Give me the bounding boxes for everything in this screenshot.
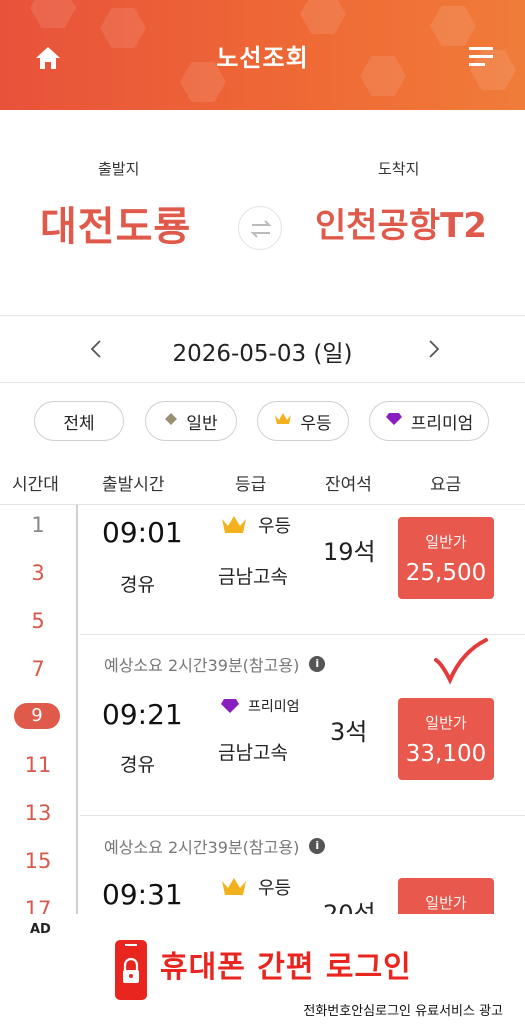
ad-label: AD xyxy=(30,922,51,937)
bus-company: 금남고속 xyxy=(218,742,288,764)
diamond-icon xyxy=(164,411,178,431)
swap-icon xyxy=(250,220,272,238)
menu-button[interactable] xyxy=(465,42,499,72)
filter-premium-plus[interactable]: 우등 xyxy=(257,401,349,441)
hex-decoration xyxy=(30,0,76,28)
ad-subtitle: 전화번호안심로그인 유료서비스 광고 xyxy=(303,1004,503,1019)
column-header-fare: 요금 xyxy=(430,475,462,495)
time-slot-index: 1 3 5 7 9 11 13 15 17 xyxy=(0,505,76,915)
fare-button[interactable]: 일반가 25,500 xyxy=(398,517,494,599)
filter-label: 우등 xyxy=(300,413,332,434)
filter-premium[interactable]: 프리미엄 xyxy=(369,401,489,441)
time-slot-item[interactable]: 5 xyxy=(0,609,76,633)
time-slot-item[interactable]: 13 xyxy=(0,801,76,825)
time-slot-item[interactable]: 11 xyxy=(0,753,76,777)
remaining-seats: 20석 xyxy=(323,900,376,914)
fare-type: 일반가 xyxy=(425,894,467,912)
column-header-grade: 등급 xyxy=(235,475,267,495)
filter-all[interactable]: 전체 xyxy=(34,401,124,441)
route-via: 경유 xyxy=(120,754,155,776)
grade-label: 프리미엄 xyxy=(248,699,300,715)
estimated-duration: 예상소요 2시간39분(참고용) i xyxy=(104,834,326,858)
time-slot-item[interactable]: 15 xyxy=(0,849,76,873)
departure-time: 09:01 xyxy=(102,516,183,549)
grade-label: 우등 xyxy=(258,516,292,537)
grade-filter-bar: 전체 일반 우등 프리미엄 xyxy=(0,383,525,455)
time-slot-item[interactable]: 3 xyxy=(0,561,76,585)
crown-icon xyxy=(222,516,246,533)
route-section: 출발지 대전도룡 도착지 인천공항T2 xyxy=(0,110,525,316)
column-header-departure-time: 출발시간 xyxy=(102,475,165,495)
arrival-label: 도착지 xyxy=(378,160,420,178)
departure-label: 출발지 xyxy=(98,160,140,178)
info-icon[interactable]: i xyxy=(309,838,326,854)
ad-title: 휴대폰 간편 로그인 xyxy=(160,950,412,985)
time-slot-item[interactable]: 17 xyxy=(0,897,76,915)
divider xyxy=(0,504,525,505)
time-slot-item[interactable]: 1 xyxy=(0,513,76,537)
app-header: 노선조회 xyxy=(0,0,525,110)
hamburger-menu-icon xyxy=(469,47,493,66)
bus-company: 금남고속 xyxy=(218,566,288,588)
fare-button[interactable]: 일반가 xyxy=(398,878,494,914)
next-date-button[interactable] xyxy=(420,332,448,366)
fare-price: 25,500 xyxy=(405,560,487,586)
date-selector: 2026-05-03 (일) xyxy=(0,316,525,382)
filter-normal[interactable]: 일반 xyxy=(145,401,237,441)
fare-type: 일반가 xyxy=(425,533,467,551)
fare-price: 33,100 xyxy=(405,741,487,767)
departure-terminal[interactable]: 대전도룡 xyxy=(40,194,191,252)
column-header-seats: 잔여석 xyxy=(325,475,372,495)
time-slot-item[interactable]: 7 xyxy=(0,657,76,681)
swap-route-button[interactable] xyxy=(238,206,282,250)
arrival-terminal[interactable]: 인천공항T2 xyxy=(315,198,487,247)
estimate-text: 예상소요 2시간39분(참고용) xyxy=(104,656,300,675)
filter-label: 전체 xyxy=(63,413,95,434)
bus-grade: 우등 xyxy=(220,512,291,538)
divider xyxy=(76,505,78,915)
grade-label: 우등 xyxy=(258,878,292,899)
time-slot-active[interactable]: 9 xyxy=(14,703,60,729)
filter-label: 일반 xyxy=(186,413,218,434)
column-header-time-slot: 시간대 xyxy=(12,475,59,495)
bus-grade: 프리미엄 xyxy=(220,696,300,716)
divider xyxy=(80,815,525,816)
crown-icon xyxy=(274,411,292,431)
divider xyxy=(80,634,525,635)
hex-decoration xyxy=(300,0,346,34)
chevron-right-icon xyxy=(429,340,440,358)
fare-button[interactable]: 일반가 33,100 xyxy=(398,698,494,780)
ad-banner[interactable]: AD 휴대폰 간편 로그인 전화번호안심로그인 유료서비스 광고 xyxy=(0,914,525,1024)
filter-label: 프리미엄 xyxy=(410,413,474,434)
departure-time: 09:21 xyxy=(102,698,183,731)
info-icon[interactable]: i xyxy=(309,656,326,672)
route-via: 경유 xyxy=(120,574,155,596)
page-title: 노선조회 xyxy=(216,44,309,72)
gem-icon xyxy=(385,411,403,431)
estimated-duration: 예상소요 2시간39분(참고용) i xyxy=(104,652,326,676)
remaining-seats: 19석 xyxy=(323,538,376,566)
remaining-seats: 3석 xyxy=(330,718,368,746)
gem-icon xyxy=(221,699,239,713)
crown-icon xyxy=(222,878,246,895)
departure-time: 09:31 xyxy=(102,878,183,911)
estimate-text: 예상소요 2시간39분(참고용) xyxy=(104,838,300,857)
checkmark-icon xyxy=(434,638,488,685)
locked-phone-icon xyxy=(115,940,147,1000)
bus-grade: 우등 xyxy=(220,874,291,900)
fare-type: 일반가 xyxy=(425,714,467,732)
